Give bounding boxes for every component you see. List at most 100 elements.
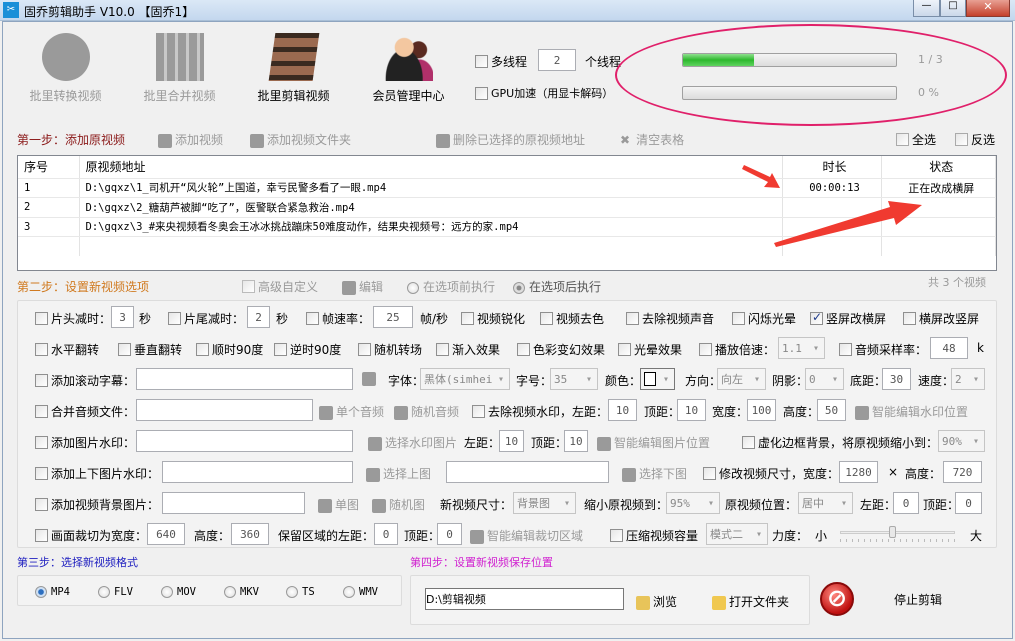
add-folder-button[interactable]: 添加视频文件夹 <box>250 131 351 148</box>
shadow-select[interactable]: 0 <box>805 368 844 390</box>
format-wmv-radio[interactable]: WMV <box>343 586 378 598</box>
vflip-checkbox[interactable]: 垂直翻转 <box>118 341 182 358</box>
color-picker[interactable] <box>640 368 675 390</box>
thread-count-input[interactable]: 2 <box>538 49 576 71</box>
random-audio-button[interactable]: 随机音频 <box>394 403 459 420</box>
image-watermark-input[interactable] <box>136 430 353 452</box>
pick-top-image-button[interactable]: 选择上图 <box>366 465 431 482</box>
new-size-select[interactable]: 背景图 <box>513 492 576 514</box>
tail-trim-input[interactable]: 2 <box>247 306 270 328</box>
pick-watermark-image-button[interactable]: 选择水印图片 <box>368 434 457 451</box>
bg-left-input[interactable]: 0 <box>893 492 919 514</box>
smart-crop-button[interactable]: 智能编辑裁切区域 <box>470 527 583 544</box>
minimize-button[interactable]: — <box>913 0 940 17</box>
mute-checkbox[interactable]: 去除视频声音 <box>626 310 714 327</box>
clear-table-button[interactable]: ✖ 清空表格 <box>620 131 684 148</box>
sharpen-checkbox[interactable]: 视频锐化 <box>461 310 525 327</box>
rotate-ccw-checkbox[interactable]: 逆时90度 <box>274 341 341 358</box>
format-mp4-radio[interactable]: MP4 <box>35 586 70 598</box>
compress-mode-select[interactable]: 模式二 <box>706 523 768 545</box>
batch-convert-button[interactable]: 批里转换视频 <box>18 33 113 104</box>
crop-height-input[interactable]: 360 <box>231 523 269 545</box>
smart-watermark-button[interactable]: 智能编辑水印位置 <box>855 403 968 420</box>
batch-edit-button[interactable]: 批里剪辑视频 <box>246 33 341 104</box>
stop-icon[interactable]: ⊘ <box>820 582 854 616</box>
format-ts-radio[interactable]: TS <box>286 586 315 598</box>
advanced-custom-checkbox[interactable]: 高级自定义 <box>242 278 318 295</box>
pick-bottom-image-button[interactable]: 选择下图 <box>622 465 687 482</box>
invert-selection-button[interactable]: 反选 <box>955 131 995 148</box>
subtitle-speed-select[interactable]: 2 <box>951 368 985 390</box>
close-button[interactable]: ✕ <box>966 0 1010 17</box>
smart-image-button[interactable]: 智能编辑图片位置 <box>597 434 710 451</box>
font-size-select[interactable]: 35 <box>550 368 598 390</box>
scroll-subtitle-checkbox[interactable]: 添加滚动字幕： <box>35 372 135 389</box>
run-before-radio[interactable]: 在选项前执行 <box>407 278 495 295</box>
top-image-input[interactable] <box>162 461 353 483</box>
format-mov-radio[interactable]: MOV <box>161 586 196 598</box>
resize-width-input[interactable]: 1280 <box>839 461 878 483</box>
fade-in-checkbox[interactable]: 渐入效果 <box>436 341 500 358</box>
subtitle-edit-icon[interactable] <box>362 372 376 386</box>
maximize-button[interactable]: □ <box>940 0 966 17</box>
fps-input[interactable]: 25 <box>373 306 413 328</box>
random-image-button[interactable]: 随机图 <box>372 496 425 513</box>
bottom-margin-input[interactable]: 30 <box>882 368 911 390</box>
remove-watermark-checkbox[interactable]: 去除视频水印，左距： <box>472 403 608 420</box>
watermark-left-input[interactable]: 10 <box>608 399 637 421</box>
watermark-top-input[interactable]: 10 <box>677 399 706 421</box>
save-path-input[interactable]: D:\剪辑视频 <box>425 588 624 610</box>
member-center-button[interactable]: 会员管理中心 <box>361 33 456 104</box>
horizontal-to-vertical-checkbox[interactable]: 横屏改竖屏 <box>903 310 979 327</box>
bg-top-input[interactable]: 0 <box>955 492 982 514</box>
shrink-select[interactable]: 95% <box>666 492 720 514</box>
watermark-height-input[interactable]: 50 <box>817 399 846 421</box>
multithread-checkbox[interactable]: 多线程 <box>475 53 527 70</box>
crop-top-input[interactable]: 0 <box>437 523 462 545</box>
add-video-button[interactable]: 添加视频 <box>158 131 223 148</box>
flash-halo-checkbox[interactable]: 闪烁光晕 <box>732 310 796 327</box>
merge-audio-checkbox[interactable]: 合并音频文件： <box>35 403 135 420</box>
head-trim-checkbox[interactable]: 片头减时： <box>35 310 111 327</box>
color-shift-checkbox[interactable]: 色彩变幻效果 <box>517 341 605 358</box>
hflip-checkbox[interactable]: 水平翻转 <box>35 341 99 358</box>
direction-select[interactable]: 向左 <box>717 368 766 390</box>
slider-thumb[interactable] <box>888 526 896 538</box>
playback-speed-select[interactable]: 1.1 <box>778 337 825 359</box>
single-audio-button[interactable]: 单个音频 <box>319 403 384 420</box>
format-mkv-radio[interactable]: MKV <box>224 586 259 598</box>
browse-button[interactable]: 浏览 <box>636 593 677 610</box>
single-image-button[interactable]: 单图 <box>318 496 359 513</box>
image-watermark-checkbox[interactable]: 添加图片水印： <box>35 434 135 451</box>
select-all-button[interactable]: 全选 <box>896 131 936 148</box>
crop-checkbox[interactable]: 画面裁切为宽度： <box>35 527 147 544</box>
force-slider[interactable] <box>840 526 955 542</box>
batch-merge-button[interactable]: 批里合并视频 <box>132 33 227 104</box>
image-top-input[interactable]: 10 <box>564 430 588 452</box>
vertical-to-horizontal-checkbox[interactable]: 竖屏改横屏 <box>810 310 886 327</box>
background-image-input[interactable] <box>162 492 305 514</box>
resize-video-checkbox[interactable]: 修改视频尺寸，宽度： <box>703 465 839 482</box>
crop-left-input[interactable]: 0 <box>374 523 398 545</box>
stop-edit-button[interactable]: 停止剪辑 <box>894 591 942 608</box>
image-left-input[interactable]: 10 <box>499 430 524 452</box>
tail-trim-checkbox[interactable]: 片尾减时： <box>168 310 244 327</box>
font-select[interactable]: 黑体(simhei <box>420 368 510 390</box>
compress-checkbox[interactable]: 压缩视频容量 <box>610 527 698 544</box>
edit-button[interactable]: 编辑 <box>342 278 383 295</box>
open-folder-button[interactable]: 打开文件夹 <box>712 593 789 610</box>
format-flv-radio[interactable]: FLV <box>98 586 133 598</box>
delete-selected-button[interactable]: 删除已选择的原视频地址 <box>436 131 585 148</box>
run-after-radio[interactable]: 在选项后执行 <box>513 278 601 295</box>
fps-checkbox[interactable]: 帧速率： <box>306 310 370 327</box>
top-bottom-watermark-checkbox[interactable]: 添加上下图片水印： <box>35 465 159 482</box>
resize-height-input[interactable]: 720 <box>943 461 982 483</box>
grayscale-checkbox[interactable]: 视频去色 <box>540 310 604 327</box>
playback-speed-checkbox[interactable]: 播放倍速： <box>699 341 775 358</box>
gpu-checkbox[interactable]: GPU加速（用显卡解码） <box>475 85 613 101</box>
bottom-image-input[interactable] <box>446 461 609 483</box>
background-image-checkbox[interactable]: 添加视频背景图片： <box>35 496 159 513</box>
watermark-width-input[interactable]: 100 <box>747 399 776 421</box>
position-select[interactable]: 居中 <box>798 492 853 514</box>
sample-rate-input[interactable]: 48 <box>930 337 968 359</box>
